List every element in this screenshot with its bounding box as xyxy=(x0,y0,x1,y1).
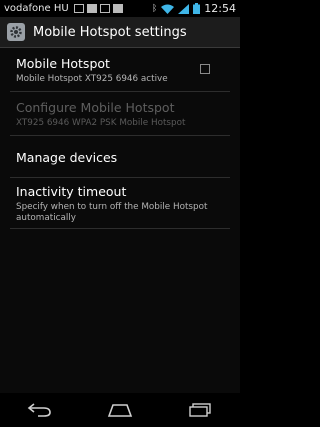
mobile-hotspot-checkbox[interactable] xyxy=(200,64,210,74)
recent-apps-button[interactable] xyxy=(180,398,220,422)
pref-title: Configure Mobile Hotspot xyxy=(16,100,175,115)
back-button[interactable] xyxy=(20,398,60,422)
battery-icon xyxy=(193,3,201,14)
notification-icons xyxy=(73,4,123,13)
system-icons: ᛒ 12:54 xyxy=(152,0,236,17)
pref-summary: Mobile Hotspot XT925 6946 active xyxy=(16,74,168,84)
page-title: Mobile Hotspot settings xyxy=(33,24,187,40)
signal-icon xyxy=(178,3,190,14)
divider xyxy=(10,135,230,136)
pref-inactivity-timeout[interactable]: Inactivity timeout Specify when to turn … xyxy=(16,184,230,224)
action-bar: Mobile Hotspot settings xyxy=(0,17,240,48)
image-icon xyxy=(99,4,110,13)
mail-icon xyxy=(86,4,97,13)
back-icon xyxy=(27,403,51,417)
pref-configure-mobile-hotspot: Configure Mobile Hotspot XT925 6946 WPA2… xyxy=(16,100,230,129)
bluetooth-icon: ᛒ xyxy=(151,3,158,14)
pref-title: Manage devices xyxy=(16,150,118,165)
pref-summary: Specify when to turn off the Mobile Hots… xyxy=(16,202,208,223)
image-icon xyxy=(73,4,84,13)
clock: 12:54 xyxy=(204,2,236,15)
sd-card-icon xyxy=(112,4,123,13)
pref-mobile-hotspot[interactable]: Mobile Hotspot Mobile Hotspot XT925 6946… xyxy=(16,56,230,85)
status-bar: vodafone HU ᛒ 12:54 xyxy=(0,0,240,17)
pref-title: Inactivity timeout xyxy=(16,184,127,199)
pref-manage-devices[interactable]: Manage devices xyxy=(16,150,230,165)
divider xyxy=(10,177,230,178)
gear-icon[interactable] xyxy=(7,23,25,41)
navigation-bar xyxy=(0,393,240,427)
home-icon xyxy=(107,404,133,417)
divider xyxy=(10,91,230,92)
divider xyxy=(10,228,230,229)
home-button[interactable] xyxy=(100,398,140,422)
recent-apps-icon xyxy=(189,403,211,417)
carrier-name: vodafone HU xyxy=(4,3,69,14)
wifi-icon xyxy=(161,4,175,14)
pref-summary: XT925 6946 WPA2 PSK Mobile Hotspot xyxy=(16,118,186,128)
pref-title: Mobile Hotspot xyxy=(16,56,110,71)
